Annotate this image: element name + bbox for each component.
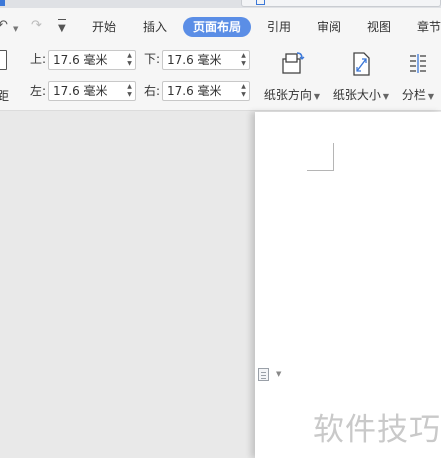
page-layout-tools: 距 上: 17.6 毫米 ▲ ▼ 下: 17.6 毫米 ▲ ▼ 左: 17.6 毫米… — [0, 46, 441, 111]
app-accent-edge — [0, 0, 5, 6]
paper-orientation-button[interactable]: 纸张方向 ▼ — [263, 50, 321, 103]
paper-size-icon — [353, 52, 370, 76]
dropdown-caret-icon: ▼ — [313, 92, 321, 101]
columns-button[interactable]: 分栏 ▼ — [398, 50, 438, 103]
document-icon — [256, 0, 265, 5]
customize-quick-access-icon[interactable]: ▼ — [58, 19, 66, 37]
undo-dropdown-icon[interactable]: ▼ — [13, 21, 18, 37]
columns-label: 分栏 — [401, 88, 426, 102]
right-margin-input[interactable]: 17.6 毫米 ▲ ▼ — [162, 81, 250, 101]
margins-icon[interactable] — [0, 50, 7, 70]
top-margin-label: 上: — [30, 52, 47, 66]
watermark-text: 软件技巧 — [313, 412, 441, 448]
menu-bar: ↶ ▼ ↷ ▼ 开始 插入 页面布局 引用 审阅 视图 章节 — [0, 8, 441, 46]
dropdown-caret-icon: ▼ — [382, 92, 390, 101]
spinner-arrows-icon[interactable]: ▲ ▼ — [240, 52, 247, 68]
paper-orientation-icon — [282, 52, 305, 74]
paper-size-label: 纸张大小 — [332, 88, 381, 102]
spinner-arrows-icon[interactable]: ▲ ▼ — [126, 83, 133, 99]
bottom-margin-value[interactable]: 17.6 毫米 — [167, 51, 222, 69]
title-bar — [0, 0, 441, 8]
paper-size-button[interactable]: 纸张大小 ▼ — [332, 50, 390, 103]
right-margin-label: 右: — [144, 84, 161, 98]
ribbon: ↶ ▼ ↷ ▼ 开始 插入 页面布局 引用 审阅 视图 章节 距 上: 17.6… — [0, 8, 441, 111]
document-tab[interactable] — [241, 0, 441, 7]
paper-orientation-label: 纸张方向 — [263, 88, 312, 102]
paste-options-icon[interactable] — [258, 368, 269, 381]
left-margin-input[interactable]: 17.6 毫米 ▲ ▼ — [48, 81, 136, 101]
top-margin-input[interactable]: 17.6 毫米 ▲ ▼ — [48, 50, 136, 70]
paste-options-dropdown-icon[interactable]: ▼ — [276, 370, 281, 378]
tab-insert[interactable]: 插入 — [143, 17, 167, 37]
left-margin-value[interactable]: 17.6 毫米 — [53, 82, 108, 100]
dropdown-caret-icon: ▼ — [427, 92, 435, 101]
spinner-arrows-icon[interactable]: ▲ ▼ — [126, 52, 133, 68]
tab-sections[interactable]: 章节 — [417, 17, 441, 37]
tab-page-layout[interactable]: 页面布局 — [183, 17, 252, 37]
columns-icon — [410, 54, 426, 73]
tab-review[interactable]: 审阅 — [317, 17, 341, 37]
margins-label[interactable]: 距 — [0, 87, 9, 104]
top-margin-value[interactable]: 17.6 毫米 — [53, 51, 108, 69]
undo-icon[interactable]: ↶ — [0, 18, 8, 34]
margin-corner-mark-vertical — [333, 143, 334, 171]
redo-icon[interactable]: ↷ — [31, 18, 42, 34]
tab-references[interactable]: 引用 — [267, 17, 291, 37]
bottom-margin-label: 下: — [144, 52, 161, 66]
bottom-margin-input[interactable]: 17.6 毫米 ▲ ▼ — [162, 50, 250, 70]
margin-corner-mark — [307, 170, 334, 171]
right-margin-value[interactable]: 17.6 毫米 — [167, 82, 222, 100]
tab-view[interactable]: 视图 — [367, 17, 391, 37]
tab-home[interactable]: 开始 — [92, 17, 116, 37]
spinner-arrows-icon[interactable]: ▲ ▼ — [240, 83, 247, 99]
left-margin-label: 左: — [30, 84, 47, 98]
